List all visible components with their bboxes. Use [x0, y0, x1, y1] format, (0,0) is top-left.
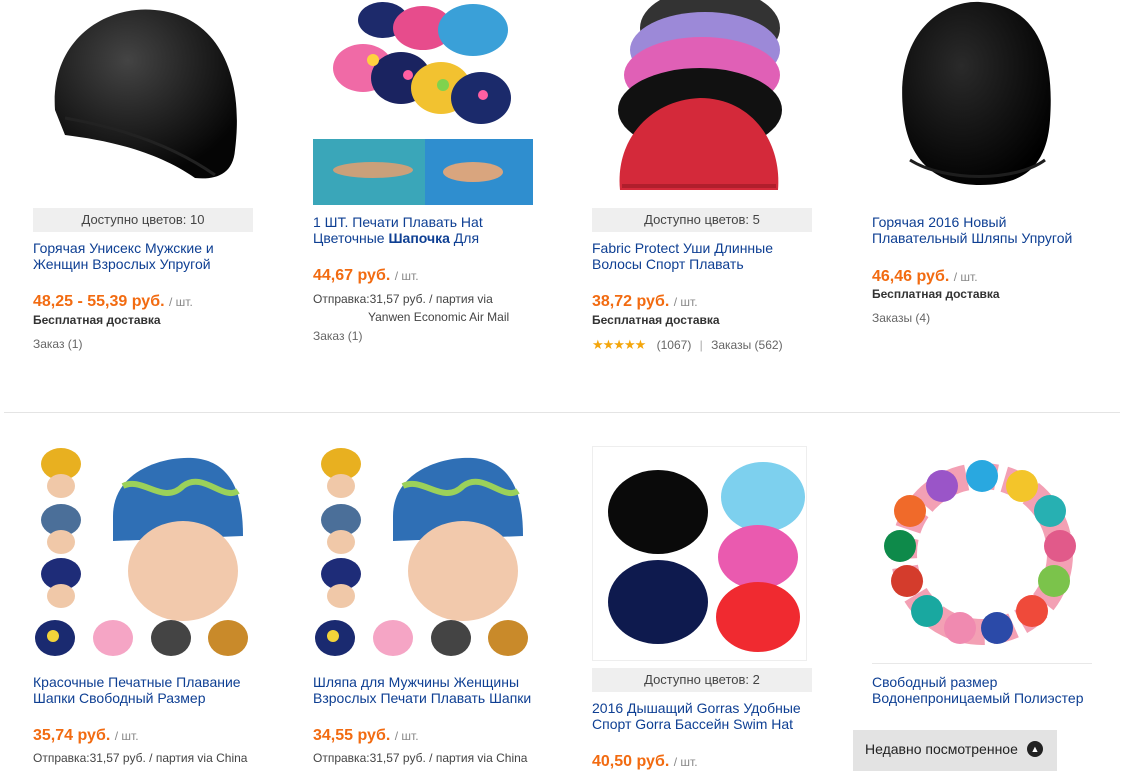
price-unit: / шт.	[953, 270, 978, 284]
shipping-line: Отправка:31,57 руб. / партия via	[313, 292, 493, 306]
shipping-line: Yanwen Economic Air Mail	[368, 310, 510, 324]
price-unit: / шт.	[673, 755, 698, 769]
price-unit: / шт.	[114, 729, 139, 743]
product-price: 34,55 руб. / шт.	[313, 727, 419, 745]
product-price: 44,67 руб. / шт.	[313, 267, 419, 285]
colors-available-badge: Доступно цветов: 10	[33, 208, 253, 232]
colors-available-badge: Доступно цветов: 2	[592, 668, 812, 692]
price-value: 40,50 руб.	[592, 753, 670, 770]
product-title[interactable]: Свободный размер Водонепроницаемый Полиэ…	[872, 674, 1102, 706]
price-value: 46,46 руб.	[872, 268, 950, 285]
price-value: 35,74 руб.	[33, 727, 111, 744]
rating-orders: ★★★★★ (1067) | Заказы (562)	[592, 337, 783, 353]
recently-viewed-label: Недавно посмотренное	[865, 741, 1018, 757]
product-price: 48,25 - 55,39 руб. / шт.	[33, 293, 193, 311]
price-unit: / шт.	[394, 729, 419, 743]
orders-count[interactable]: Заказы (4)	[872, 311, 930, 325]
product-image[interactable]	[45, 0, 250, 190]
price-unit: / шт.	[673, 295, 698, 309]
divider: |	[699, 338, 703, 352]
price-unit: / шт.	[168, 295, 193, 309]
product-price: 40,50 руб. / шт.	[592, 753, 698, 771]
product-image[interactable]	[313, 0, 533, 205]
product-image[interactable]	[872, 446, 1092, 664]
product-image[interactable]	[33, 446, 253, 666]
product-image[interactable]	[895, 0, 1060, 190]
colors-available-badge: Доступно цветов: 5	[592, 208, 812, 232]
rating-stars: ★★★★★	[592, 337, 646, 352]
product-price: 46,46 руб. / шт.	[872, 268, 978, 286]
product-image[interactable]	[313, 446, 533, 666]
product-title[interactable]: Горячая Унисекс Мужские и Женщин Взрослы…	[33, 240, 263, 272]
row-divider	[4, 412, 1120, 413]
product-title[interactable]: Красочные Печатные Плавание Шапки Свобод…	[33, 674, 263, 706]
title-highlight: Шапочка	[388, 230, 450, 246]
rating-count[interactable]: (1067)	[657, 338, 692, 352]
product-title[interactable]: 2016 Дышащий Gorras Удобные Спорт Gorra …	[592, 700, 822, 732]
price-value: 44,67 руб.	[313, 267, 391, 284]
product-price: 35,74 руб. / шт.	[33, 727, 139, 745]
product-price: 38,72 руб. / шт.	[592, 293, 698, 311]
product-image[interactable]	[592, 446, 807, 661]
product-title[interactable]: Шляпа для Мужчины Женщины Взрослых Печат…	[313, 674, 543, 706]
free-shipping: Бесплатная доставка	[872, 287, 1000, 301]
orders-count[interactable]: Заказы (562)	[711, 338, 782, 352]
price-value: 48,25 - 55,39 руб.	[33, 293, 165, 310]
chevron-up-icon: ▲	[1027, 741, 1043, 757]
product-title[interactable]: Fabric Protect Уши Длинные Волосы Спорт …	[592, 240, 822, 272]
title-text: Для	[449, 230, 480, 246]
free-shipping: Бесплатная доставка	[33, 313, 161, 327]
price-value: 38,72 руб.	[592, 293, 670, 310]
recently-viewed-toggle[interactable]: Недавно посмотренное ▲	[853, 730, 1057, 771]
product-title[interactable]: Горячая 2016 Новый Плавательный Шляпы Уп…	[872, 214, 1102, 246]
shipping-info: Отправка:31,57 руб. / партия via Yanwen …	[313, 290, 543, 326]
shipping-info: Отправка:31,57 руб. / партия via China	[313, 751, 528, 765]
shipping-info: Отправка:31,57 руб. / партия via China	[33, 751, 248, 765]
product-title[interactable]: 1 ШТ. Печати Плавать Hat Цветочные Шапоч…	[313, 214, 543, 246]
free-shipping: Бесплатная доставка	[592, 313, 720, 327]
orders-count[interactable]: Заказ (1)	[33, 337, 82, 351]
product-image[interactable]	[610, 0, 785, 205]
price-unit: / шт.	[394, 269, 419, 283]
price-value: 34,55 руб.	[313, 727, 391, 744]
orders-count[interactable]: Заказ (1)	[313, 329, 362, 343]
